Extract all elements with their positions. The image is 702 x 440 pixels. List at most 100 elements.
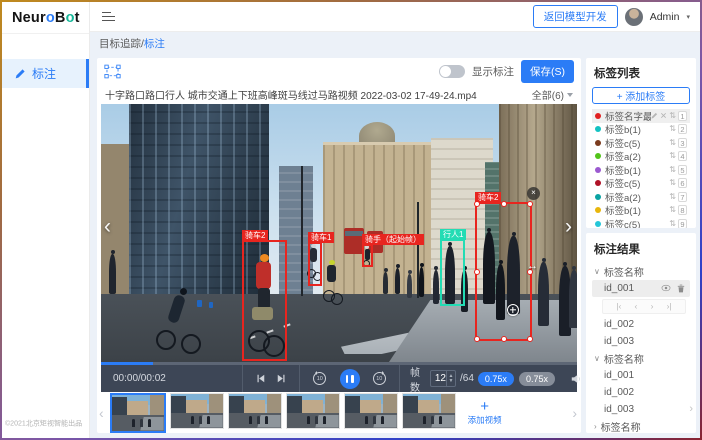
result-id: id_001 xyxy=(604,370,634,381)
back-to-model-dev-button[interactable]: 返回模型开发 xyxy=(533,5,618,28)
resize-handle[interactable] xyxy=(527,336,533,342)
tag-row[interactable]: 标签c(5) ⇅6 xyxy=(592,177,690,191)
result-group-header[interactable]: ›标签名称 xyxy=(592,418,690,433)
video-thumbnail[interactable] xyxy=(110,393,166,433)
pause-button[interactable] xyxy=(340,369,360,389)
sort-icon[interactable]: ⇅ xyxy=(669,139,676,147)
edit-icon[interactable] xyxy=(651,112,658,119)
results-scroll-chevron[interactable]: › xyxy=(689,403,693,415)
scene-lamp xyxy=(301,166,303,296)
skip-next-icon[interactable] xyxy=(277,374,286,383)
next-frame-icon[interactable]: › xyxy=(651,302,654,311)
next-frame-chevron[interactable]: › xyxy=(565,216,572,237)
move-crosshair-icon[interactable] xyxy=(507,304,519,316)
resize-handle[interactable] xyxy=(474,269,480,275)
sort-icon[interactable]: ⇅ xyxy=(669,220,676,228)
delete-tag-icon[interactable] xyxy=(660,112,667,119)
sort-icon[interactable]: ⇅ xyxy=(669,166,676,174)
video-thumbnail[interactable] xyxy=(344,393,398,429)
tag-row[interactable]: 标签名字最长数... ⇅1 xyxy=(592,109,690,123)
tag-row[interactable]: 标签b(1) ⇅2 xyxy=(592,123,690,137)
rewind-10-icon[interactable]: 10 xyxy=(313,372,326,385)
thumbs-next-chevron[interactable]: › xyxy=(572,406,577,420)
sort-icon[interactable]: ⇅ xyxy=(669,179,676,187)
filter-dropdown[interactable]: 全部(6) xyxy=(532,87,573,102)
speed-pill-active[interactable]: 0.75x xyxy=(478,372,514,386)
tag-row[interactable]: 标签b(1) ⇅5 xyxy=(592,163,690,177)
video-canvas[interactable]: 骑车2骑车1骑手（起始帧）行人1骑车2×↔ ‹ › xyxy=(101,104,577,362)
result-item[interactable]: id_003 xyxy=(592,401,690,418)
bounding-box[interactable]: 骑手（起始帧） xyxy=(362,244,373,267)
bounding-box[interactable]: 骑车2 xyxy=(242,240,287,361)
result-item[interactable]: id_001 xyxy=(592,367,690,384)
resize-handle[interactable] xyxy=(527,201,533,207)
collapse-menu-icon[interactable] xyxy=(102,12,115,22)
video-thumbnail[interactable] xyxy=(402,393,456,429)
result-id: id_001 xyxy=(604,283,634,294)
show-annotation-toggle[interactable] xyxy=(439,65,465,78)
video-thumbnail[interactable] xyxy=(286,393,340,429)
sidebar-item-annotate[interactable]: 标注 xyxy=(2,59,89,88)
prev-frame-icon[interactable]: ‹ xyxy=(635,302,638,311)
logo-text: B xyxy=(55,10,66,26)
horizontal-resize-icon[interactable]: ↔ xyxy=(527,261,538,272)
result-item[interactable]: id_002 xyxy=(592,384,690,401)
last-frame-icon[interactable]: ›| xyxy=(667,302,672,311)
skip-prev-icon[interactable] xyxy=(256,374,265,383)
sort-icon[interactable]: ⇅ xyxy=(669,112,676,120)
add-tag-button[interactable]: + 添加标签 xyxy=(592,87,690,104)
username[interactable]: Admin xyxy=(650,11,680,23)
prev-frame-chevron[interactable]: ‹ xyxy=(104,216,111,237)
seek-bar[interactable] xyxy=(101,362,577,365)
bbox-label: 骑车2 xyxy=(242,230,268,241)
frame-number-input[interactable]: 12▲▼ xyxy=(430,370,456,387)
copyright-text: ©2021北京矩视智能出品 xyxy=(5,419,82,429)
video-thumbnail[interactable] xyxy=(228,393,282,429)
sort-icon[interactable]: ⇅ xyxy=(669,125,676,133)
forward-10-icon[interactable]: 10 xyxy=(373,372,386,385)
result-item[interactable]: id_003 xyxy=(592,333,690,350)
resize-handle[interactable] xyxy=(474,336,480,342)
tag-row[interactable]: 标签a(2) ⇅7 xyxy=(592,190,690,204)
breadcrumb-parent[interactable]: 目标追踪 xyxy=(99,38,141,50)
tag-color-dot xyxy=(595,126,601,132)
tag-row[interactable]: 标签c(5) ⇅9 xyxy=(592,217,690,228)
resize-handle[interactable] xyxy=(501,201,507,207)
resize-handle[interactable] xyxy=(474,201,480,207)
chevron-down-icon: ∨ xyxy=(594,267,600,276)
annotation-results-panel: 标注结果 ∨标签名称id_001|‹‹››|id_002id_003∨标签名称i… xyxy=(586,233,696,433)
app-window: NeuroBot 标注 ©2021北京矩视智能出品 返回模型开发 Admin ▾… xyxy=(2,2,700,438)
player-controls: 00:00/00:02 10 10 帧数 12▲▼ xyxy=(101,365,577,392)
delete-icon[interactable] xyxy=(677,284,685,293)
add-video-button[interactable]: +添加视频 xyxy=(460,393,510,433)
result-item[interactable]: id_002 xyxy=(592,316,690,333)
visibility-icon[interactable] xyxy=(661,284,671,293)
bbox-tool-icon[interactable] xyxy=(104,64,121,79)
scene-pedestrian xyxy=(395,268,400,294)
resize-handle[interactable] xyxy=(501,336,507,342)
sort-icon[interactable]: ⇅ xyxy=(669,152,676,160)
thumbs-prev-chevron[interactable]: ‹ xyxy=(99,406,104,420)
tag-color-dot xyxy=(595,207,601,213)
first-frame-icon[interactable]: |‹ xyxy=(616,302,621,311)
tag-row[interactable]: 标签b(1) ⇅8 xyxy=(592,204,690,218)
close-bbox-icon[interactable]: × xyxy=(527,187,540,200)
breadcrumb-current: 标注 xyxy=(144,38,165,50)
result-group-header[interactable]: ∨标签名称 xyxy=(592,263,690,280)
bounding-box[interactable]: 骑车2×↔ xyxy=(475,202,532,341)
logo-text: Neur xyxy=(12,10,46,26)
volume-icon[interactable] xyxy=(571,374,582,384)
speed-pill[interactable]: 0.75x xyxy=(519,372,555,386)
bounding-box[interactable]: 行人1 xyxy=(440,239,465,306)
save-button[interactable]: 保存(S) xyxy=(521,60,574,83)
result-group-header[interactable]: ∨标签名称 xyxy=(592,350,690,367)
stepper-arrows-icon[interactable]: ▲▼ xyxy=(446,371,455,386)
tag-row[interactable]: 标签c(5) ⇅3 xyxy=(592,136,690,150)
result-item[interactable]: id_001 xyxy=(592,280,690,297)
avatar[interactable] xyxy=(625,8,643,26)
sort-icon[interactable]: ⇅ xyxy=(669,206,676,214)
bounding-box[interactable]: 骑车1 xyxy=(308,242,322,286)
sort-icon[interactable]: ⇅ xyxy=(669,193,676,201)
tag-row[interactable]: 标签a(2) ⇅4 xyxy=(592,150,690,164)
video-thumbnail[interactable] xyxy=(170,393,224,429)
